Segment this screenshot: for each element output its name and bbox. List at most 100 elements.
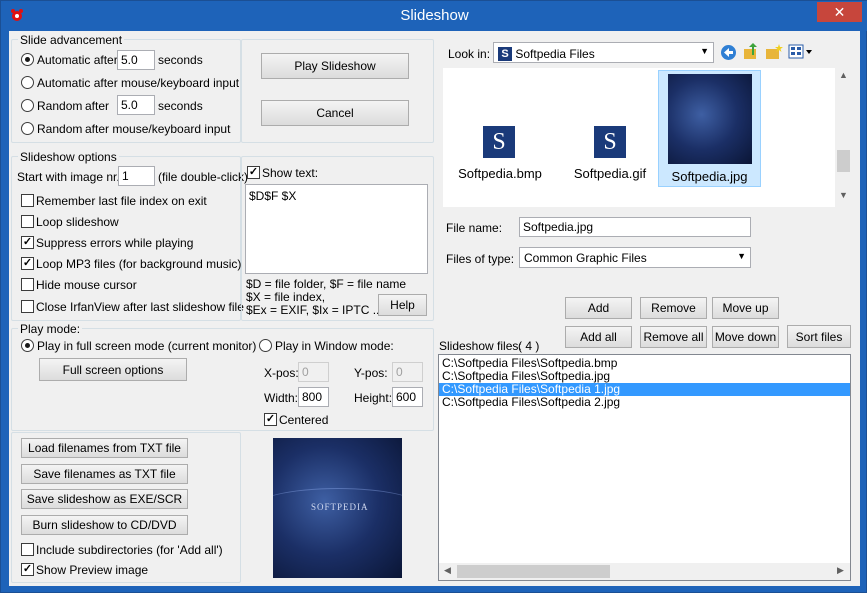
start-image-label: Start with image nr.:	[17, 170, 124, 184]
fullscreen-options-button[interactable]: Full screen options	[39, 358, 187, 381]
slideshow-files-count: ( 4 )	[518, 339, 540, 353]
file-type-value: Common Graphic Files	[524, 251, 647, 265]
file-item[interactable]: S Softpedia.bmp	[457, 126, 543, 186]
help-button[interactable]: Help	[378, 294, 427, 316]
close-button[interactable]: ✕	[817, 2, 862, 22]
save-txt-button[interactable]: Save filenames as TXT file	[21, 464, 188, 484]
cancel-button[interactable]: Cancel	[261, 100, 409, 126]
scroll-left-icon[interactable]: ◀	[440, 565, 455, 578]
auto-after-radio[interactable]	[21, 53, 34, 66]
hide-cursor-checkbox[interactable]	[21, 278, 34, 291]
file-name: Softpedia.bmp	[458, 166, 542, 181]
group-label: Play mode:	[18, 322, 83, 336]
load-txt-button[interactable]: Load filenames from TXT file	[21, 438, 188, 458]
include-subdirs-checkbox[interactable]	[21, 543, 34, 556]
h-scroll-thumb[interactable]	[457, 565, 610, 578]
slideshow-window: Slideshow ✕ Slide advancement Automatic …	[0, 0, 867, 593]
show-text-box[interactable]: $D$F $X	[245, 184, 428, 274]
group-label: Slide advancement	[18, 33, 125, 47]
start-image-input[interactable]: 1	[118, 166, 155, 186]
back-icon[interactable]	[720, 44, 737, 61]
centered-label: Centered	[279, 413, 329, 427]
remove-all-button[interactable]: Remove all	[640, 326, 707, 348]
file-item-selected[interactable]: Softpedia.jpg	[658, 70, 761, 187]
horizontal-scrollbar[interactable]: ◀ ▶	[439, 563, 850, 580]
move-down-button[interactable]: Move down	[712, 326, 779, 348]
random-input-radio[interactable]	[21, 122, 34, 135]
play-slideshow-button[interactable]: Play Slideshow	[261, 53, 409, 79]
include-subdirs-label: Include subdirectories (for 'Add all')	[36, 543, 223, 557]
help-line-3: $Ex = EXIF, $Ix = IPTC ...	[246, 303, 383, 317]
width-label: Width:	[264, 391, 299, 405]
auto-seconds-input[interactable]: 5.0	[117, 50, 155, 70]
scroll-down-icon[interactable]: ▼	[835, 190, 852, 204]
show-preview-label: Show Preview image	[36, 563, 149, 577]
centered-checkbox[interactable]: ✓	[264, 413, 277, 426]
move-up-button[interactable]: Move up	[712, 297, 779, 319]
title-bar[interactable]: Slideshow ✕	[1, 1, 867, 31]
start-image-hint: (file double-click)	[158, 170, 249, 184]
remove-button[interactable]: Remove	[640, 297, 707, 319]
ypos-input[interactable]: 0	[392, 362, 423, 382]
add-button[interactable]: Add	[565, 297, 632, 319]
look-in-select[interactable]: S Softpedia Files ▼	[493, 42, 714, 63]
slideshow-files-list[interactable]: C:\Softpedia Files\Softpedia.bmp C:\Soft…	[438, 354, 851, 581]
xpos-input[interactable]: 0	[298, 362, 329, 382]
auto-input-radio[interactable]	[21, 76, 34, 89]
loop-label: Loop slideshow	[36, 215, 119, 229]
help-line-2: $X = file index,	[246, 290, 326, 304]
chevron-down-icon: ▼	[737, 251, 746, 261]
close-irfan-checkbox[interactable]	[21, 300, 34, 313]
look-in-label: Look in:	[448, 47, 491, 61]
random-seconds-input[interactable]: 5.0	[117, 95, 155, 115]
random-input-label: Random	[37, 122, 83, 136]
browser-scrollbar[interactable]: ▲ ▼	[835, 68, 852, 207]
up-folder-icon[interactable]	[742, 43, 760, 61]
scroll-right-icon[interactable]: ▶	[833, 565, 848, 578]
random-radio[interactable]	[21, 99, 34, 112]
window-title: Slideshow	[400, 7, 469, 24]
view-menu-icon[interactable]	[788, 44, 814, 60]
file-item[interactable]: S Softpedia.gif	[561, 126, 647, 186]
filename-input[interactable]: Softpedia.jpg	[519, 217, 751, 237]
ypos-label: Y-pos:	[354, 366, 388, 380]
loop-mp3-checkbox[interactable]: ✓	[21, 257, 34, 270]
scroll-up-icon[interactable]: ▲	[835, 70, 852, 84]
save-exe-button[interactable]: Save slideshow as EXE/SCR	[21, 489, 188, 509]
remember-label: Remember last file index on exit	[36, 194, 207, 208]
preview-image: SOFTPEDIA	[273, 438, 402, 578]
auto-after-label: Automatic after	[37, 53, 118, 67]
random-input-label-2: after mouse/keyboard input	[85, 122, 231, 136]
scroll-thumb[interactable]	[837, 150, 850, 172]
slideshow-files-label: Slideshow files:	[439, 339, 522, 353]
random-after-label: after	[85, 99, 110, 113]
height-input[interactable]: 600	[392, 387, 423, 407]
list-item[interactable]: C:\Softpedia Files\Softpedia 2.jpg	[439, 396, 850, 409]
show-text-checkbox[interactable]: ✓	[247, 166, 260, 179]
file-type-select[interactable]: Common Graphic Files ▼	[519, 247, 751, 268]
xpos-label: X-pos:	[264, 366, 299, 380]
auto-input-label: Automatic after mouse/keyboard input	[37, 76, 240, 90]
add-all-button[interactable]: Add all	[565, 326, 632, 348]
fullscreen-label: Play in full screen mode (current monito…	[37, 339, 257, 353]
show-preview-checkbox[interactable]: ✓	[21, 563, 34, 576]
sort-files-button[interactable]: Sort files	[787, 325, 851, 348]
group-label: Slideshow options	[18, 150, 119, 164]
burn-cd-button[interactable]: Burn slideshow to CD/DVD	[21, 515, 188, 535]
suppress-checkbox[interactable]: ✓	[21, 236, 34, 249]
loop-checkbox[interactable]	[21, 215, 34, 228]
fullscreen-radio[interactable]	[21, 339, 34, 352]
remember-checkbox[interactable]	[21, 194, 34, 207]
look-in-value: Softpedia Files	[515, 46, 595, 61]
new-folder-icon[interactable]	[765, 43, 783, 61]
file-browser-view[interactable]: S Softpedia.bmp S Softpedia.gif Softpedi…	[443, 68, 852, 207]
chevron-down-icon: ▼	[700, 46, 709, 56]
list-items: C:\Softpedia Files\Softpedia.bmp C:\Soft…	[439, 357, 850, 409]
window-mode-label: Play in Window mode:	[275, 339, 394, 353]
filename-label: File name:	[446, 221, 503, 235]
softpedia-jpg-thumbnail	[668, 74, 752, 164]
random-seconds-label: seconds	[158, 99, 203, 113]
window-mode-radio[interactable]	[259, 339, 272, 352]
help-line-1: $D = file folder, $F = file name	[246, 277, 407, 291]
width-input[interactable]: 800	[298, 387, 329, 407]
